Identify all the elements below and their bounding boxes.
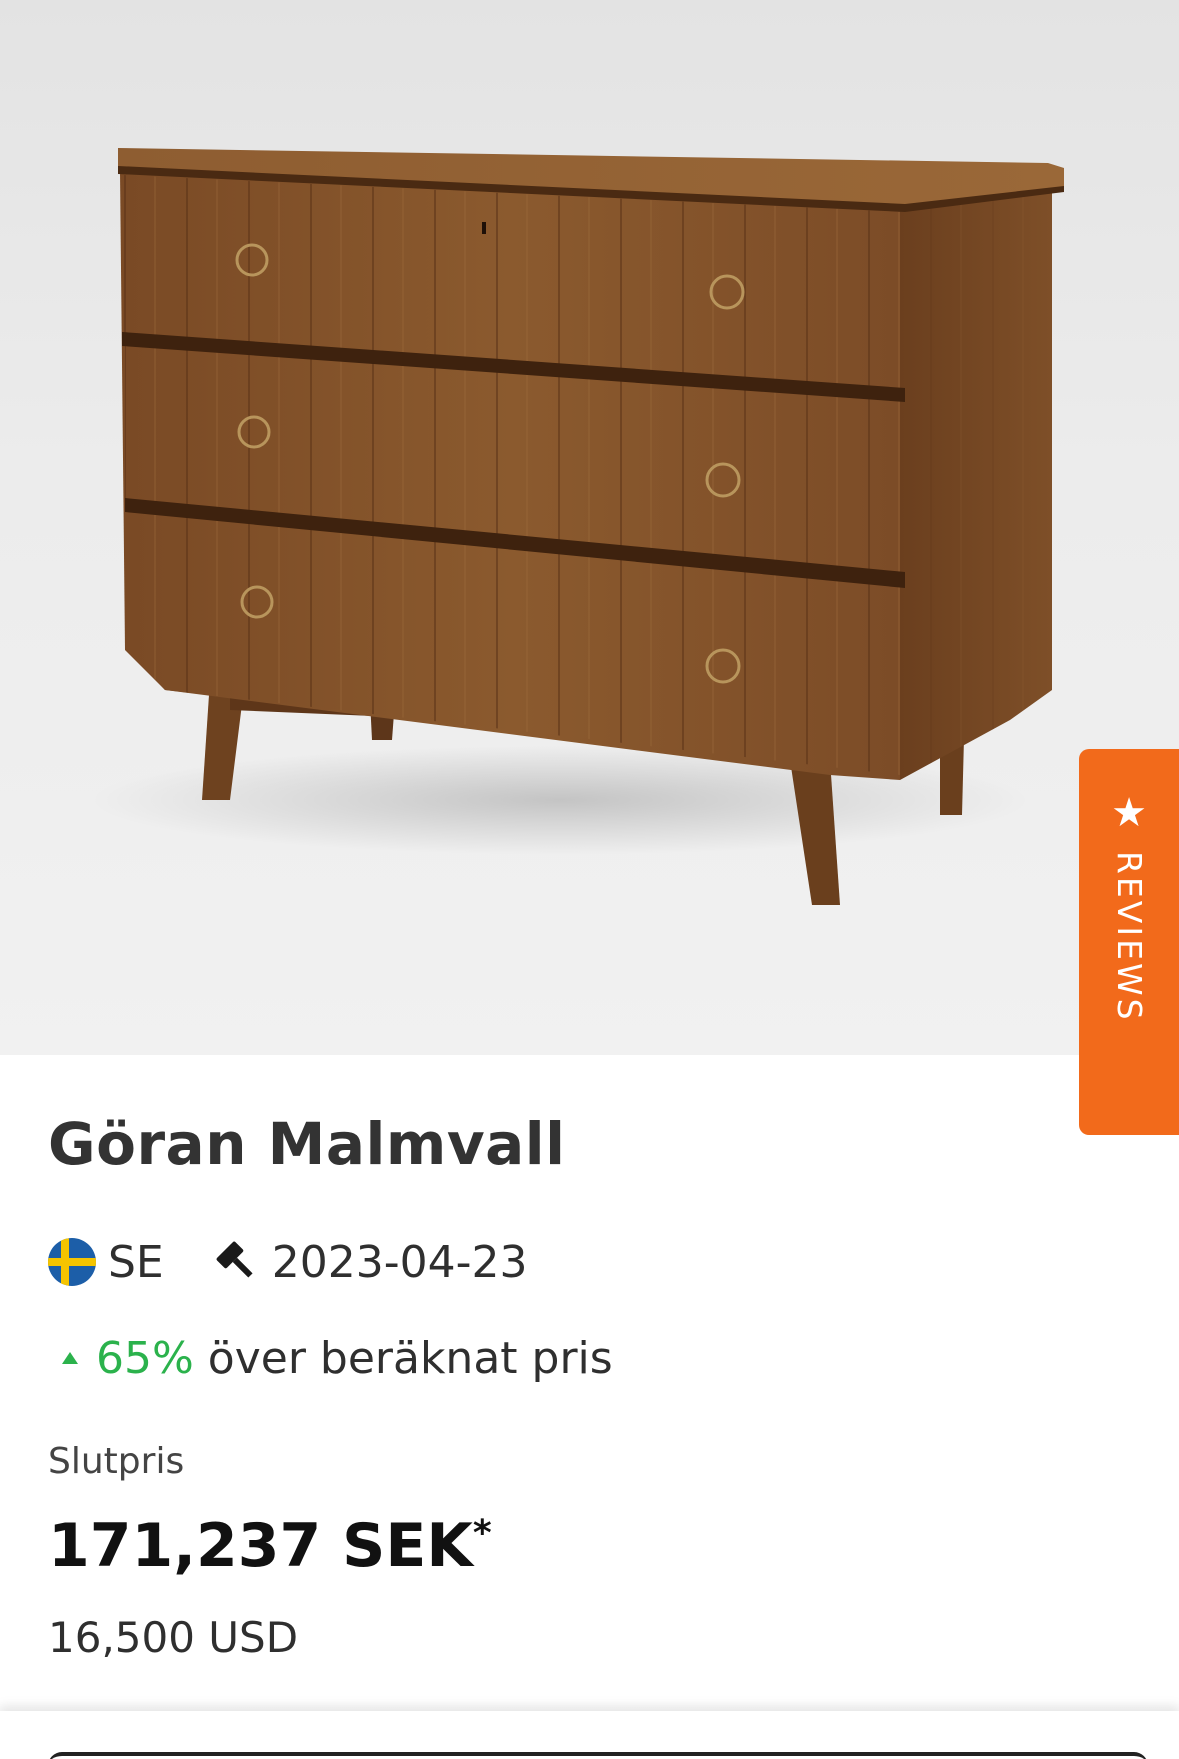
estimate-text: över beräknat pris (207, 1332, 613, 1384)
reviews-label: REVIEWS (1110, 851, 1149, 1023)
bottom-action-button[interactable] (48, 1752, 1148, 1759)
auction-date: 2023-04-23 (271, 1236, 528, 1288)
final-price-label: Slutpris (48, 1441, 185, 1482)
final-price-value: 171,237 SEK (48, 1511, 473, 1581)
artist-name: Göran Malmvall (48, 1110, 566, 1178)
country-code: SE (108, 1236, 164, 1288)
product-page: ★ REVIEWS Göran Malmvall SE 2023-04-23 6… (0, 0, 1179, 1759)
gavel-icon (214, 1239, 260, 1285)
final-price: 171,237 SEK* (48, 1508, 492, 1584)
reviews-tab[interactable]: ★ REVIEWS (1079, 749, 1179, 1135)
sweden-flag-icon (48, 1238, 96, 1286)
auction-meta: SE 2023-04-23 (48, 1232, 527, 1292)
chest-of-drawers-illustration (90, 148, 1064, 905)
final-price-usd: 16,500 USD (48, 1613, 299, 1662)
triangle-up-icon (62, 1352, 78, 1364)
estimate-percent: 65% (96, 1332, 194, 1384)
final-price-footnote: * (472, 1513, 492, 1554)
estimate-comparison: 65% över beräknat pris (62, 1326, 613, 1390)
star-icon: ★ (1111, 790, 1147, 836)
product-image[interactable] (0, 0, 1179, 1055)
